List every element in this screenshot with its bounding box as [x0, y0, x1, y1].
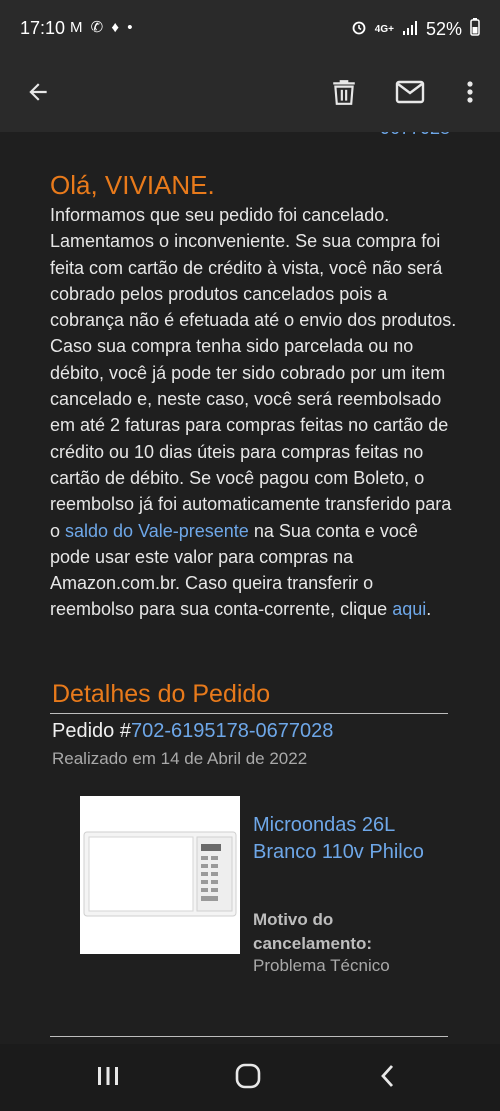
mail-icon — [395, 80, 425, 109]
order-date: Realizado em 14 de Abril de 2022 — [52, 749, 308, 768]
network-label: 4G+ — [374, 24, 394, 35]
arrow-back-icon — [25, 79, 51, 110]
order-number-link[interactable]: 702-6195178-0677028 — [131, 720, 333, 742]
status-right: 4G+ 52% — [351, 18, 480, 41]
click-here-link[interactable]: aqui — [392, 599, 426, 619]
body-text-3: . — [426, 599, 432, 620]
trash-icon — [331, 78, 357, 111]
system-nav-bar — [0, 1044, 500, 1111]
gift-card-balance-link[interactable]: saldo do Vale-presente — [65, 521, 249, 541]
order-label: Pedido # — [52, 720, 131, 742]
product-name-link[interactable]: Microondas 26L Branco 110v Philco — [253, 812, 453, 865]
delete-button[interactable] — [320, 70, 368, 118]
recents-icon — [96, 1065, 120, 1092]
signal-icon — [402, 19, 418, 40]
divider — [50, 1036, 448, 1037]
alarm-icon — [351, 19, 367, 40]
product-image[interactable] — [80, 796, 240, 954]
mark-unread-button[interactable] — [386, 70, 434, 118]
battery-icon — [470, 18, 480, 41]
battery-percent: 52% — [425, 19, 462, 39]
divider — [50, 713, 448, 714]
home-button[interactable] — [226, 1058, 270, 1098]
order-line: Pedido #702-6195178-0677028 — [52, 720, 333, 743]
back-nav-button[interactable] — [366, 1058, 410, 1098]
order-number-peek[interactable]: 0677028 — [380, 132, 450, 139]
greeting: Olá, VIVIANE. — [50, 170, 215, 200]
cancellation-reason-value: Problema Técnico — [253, 956, 390, 975]
chevron-left-icon — [379, 1064, 397, 1093]
recent-apps-button[interactable] — [86, 1058, 130, 1098]
more-vert-icon — [466, 80, 474, 109]
status-time: 17:10 — [20, 18, 66, 38]
email-body-paragraph: Informamos que seu pedido foi cancelado.… — [50, 202, 460, 623]
home-icon — [234, 1062, 262, 1095]
status-bar: 17:10 M ✆ ♦ • 4G+ 52% — [0, 0, 500, 56]
email-content[interactable]: 0677028 Olá, VIVIANE. Informamos que seu… — [0, 132, 500, 1044]
more-options-button[interactable] — [446, 70, 494, 118]
app-bar — [0, 56, 500, 132]
back-button[interactable] — [14, 70, 62, 118]
body-text-1: Informamos que seu pedido foi cancelado.… — [50, 205, 457, 541]
notification-icons: M ✆ ♦ • — [70, 19, 135, 36]
order-details-title: Detalhes do Pedido — [52, 680, 271, 708]
cancellation-reason-label: Motivo do cancelamento: — [253, 910, 373, 953]
